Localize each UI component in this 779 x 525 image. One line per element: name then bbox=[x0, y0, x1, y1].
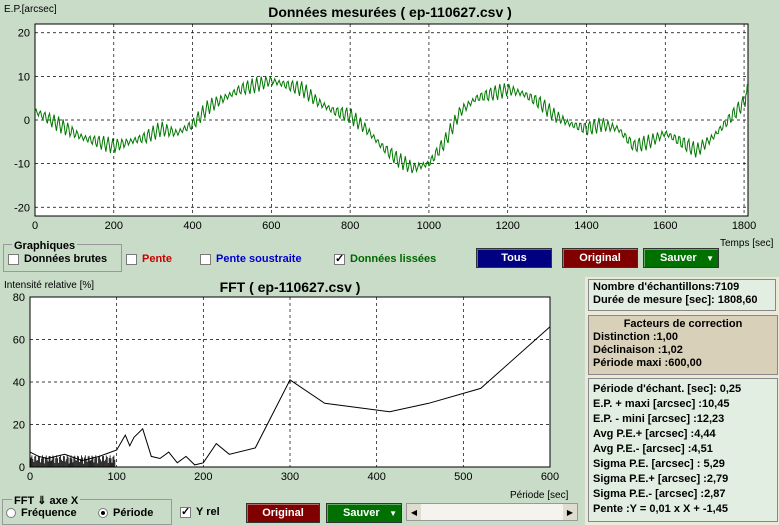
x-tick-label: 0 bbox=[32, 220, 38, 232]
checkbox-slope-subtracted[interactable]: Pente soustraite bbox=[200, 253, 302, 265]
x-tick-label: 600 bbox=[262, 220, 280, 232]
info-row: E.P. - mini [arcsec] :12,23 bbox=[593, 413, 725, 425]
radio-circle[interactable] bbox=[98, 508, 108, 518]
y-tick-label: 20 bbox=[13, 420, 25, 432]
x-tick-label: 200 bbox=[194, 471, 212, 483]
checkbox-box[interactable] bbox=[200, 253, 211, 265]
info-row: Avg P.E.- [arcsec] :4,51 bbox=[593, 443, 713, 455]
info-row: Distinction :1,00 bbox=[593, 331, 678, 343]
x-tick-label: 600 bbox=[541, 471, 559, 483]
scroll-left-icon[interactable]: ◀ bbox=[407, 504, 421, 520]
save-label: Sauver bbox=[660, 252, 697, 264]
correction-title: Facteurs de correction bbox=[623, 318, 743, 330]
graphiques-label: Graphiques bbox=[12, 240, 78, 252]
radio-label: Période bbox=[113, 507, 154, 519]
x-tick-label: 1200 bbox=[495, 220, 519, 232]
info-row: Sigma P.E.- [arcsec] :2,87 bbox=[593, 488, 726, 500]
y-tick-label: 80 bbox=[13, 292, 25, 304]
checkbox-box[interactable] bbox=[180, 505, 191, 518]
checkbox-smoothed-data[interactable]: Données lissées bbox=[334, 252, 437, 265]
x-tick-label: 1400 bbox=[574, 220, 598, 232]
y-tick-label: 10 bbox=[18, 71, 30, 83]
radio-label: Fréquence bbox=[21, 507, 77, 519]
fft-chart: 0 100 200 300 400 500 600806040200 bbox=[13, 292, 559, 483]
original-button-top[interactable]: Original bbox=[562, 248, 638, 268]
checkbox-box[interactable] bbox=[126, 253, 137, 265]
save-button-top[interactable]: Sauver ▼ bbox=[643, 248, 719, 268]
checkbox-label: Données brutes bbox=[24, 253, 108, 265]
checkbox-box[interactable] bbox=[334, 252, 345, 265]
info-row: Nombre d'échantillons:7109 bbox=[593, 281, 740, 293]
checkbox-box[interactable] bbox=[8, 253, 19, 265]
save-label: Sauver bbox=[343, 507, 380, 519]
x-tick-label: 100 bbox=[107, 471, 125, 483]
info-row: Sigma P.E. [arcsec] : 5,29 bbox=[593, 458, 725, 470]
info-row: Déclinaison :1,02 bbox=[593, 344, 683, 356]
info-row: E.P. + maxi [arcsec] :10,45 bbox=[593, 398, 730, 410]
fft-scrollbar[interactable]: ◀ ▶ bbox=[406, 503, 578, 521]
info-row: Pente :Y = 0,01 x X + -1,45 bbox=[593, 503, 728, 515]
y-tick-label: 0 bbox=[24, 115, 30, 127]
y-tick-label: -10 bbox=[14, 159, 30, 171]
x-tick-label: 1000 bbox=[417, 220, 441, 232]
original-button-fft[interactable]: Original bbox=[246, 503, 320, 523]
x-tick-label: 0 bbox=[27, 471, 33, 483]
checkbox-raw-data[interactable]: Données brutes bbox=[8, 253, 107, 265]
save-button-fft[interactable]: Sauver ▼ bbox=[326, 503, 402, 523]
y-tick-label: 20 bbox=[18, 28, 30, 40]
x-tick-label: 400 bbox=[367, 471, 385, 483]
info-row: Période d'échant. [sec]: 0,25 bbox=[593, 383, 742, 395]
radio-frequency[interactable]: Fréquence bbox=[6, 507, 77, 519]
radio-circle[interactable] bbox=[6, 508, 16, 518]
all-button[interactable]: Tous bbox=[476, 248, 552, 268]
correction-factors-box: Facteurs de correction Distinction :1,00… bbox=[588, 315, 778, 375]
sample-info-box: Nombre d'échantillons:7109 Durée de mesu… bbox=[588, 279, 776, 311]
x-tick-label: 800 bbox=[341, 220, 359, 232]
y-tick-label: 0 bbox=[19, 462, 25, 474]
checkbox-label: Données lissées bbox=[350, 253, 437, 265]
chevron-down-icon: ▼ bbox=[389, 508, 397, 518]
x-tick-label: 300 bbox=[281, 471, 299, 483]
x-tick-label: 400 bbox=[183, 220, 201, 232]
info-row: Durée de mesure [sec]: 1808,60 bbox=[593, 294, 758, 306]
info-row: Sigma P.E.+ [arcsec] :2,79 bbox=[593, 473, 729, 485]
y-tick-label: 40 bbox=[13, 377, 25, 389]
statistics-box: Période d'échant. [sec]: 0,25 E.P. + max… bbox=[588, 378, 778, 522]
x-tick-label: 200 bbox=[105, 220, 123, 232]
x-tick-label: 500 bbox=[454, 471, 472, 483]
checkbox-label: Pente bbox=[142, 253, 172, 265]
top-chart: 0 200 400 600 800 1000 1200 1400 1600 1800 20 10 0 -1… bbox=[14, 23, 756, 232]
y-tick-label: 60 bbox=[13, 335, 25, 347]
x-tick-label: 1800 bbox=[732, 220, 756, 232]
x-tick-label: 1600 bbox=[653, 220, 677, 232]
checkbox-slope[interactable]: Pente bbox=[126, 253, 172, 265]
scroll-right-icon[interactable]: ▶ bbox=[563, 504, 577, 520]
info-row: Avg P.E.+ [arcsec] :4,44 bbox=[593, 428, 716, 440]
checkbox-label: Pente soustraite bbox=[216, 253, 302, 265]
radio-period[interactable]: Période bbox=[98, 507, 153, 519]
fft-axis-label: FFT ⇓ axe X bbox=[12, 494, 81, 507]
checkbox-yrel[interactable]: Y rel bbox=[180, 505, 220, 518]
chevron-down-icon: ▼ bbox=[706, 253, 714, 263]
y-tick-label: -20 bbox=[14, 202, 30, 214]
info-row: Période maxi :600,00 bbox=[593, 357, 702, 369]
checkbox-label: Y rel bbox=[196, 506, 220, 518]
